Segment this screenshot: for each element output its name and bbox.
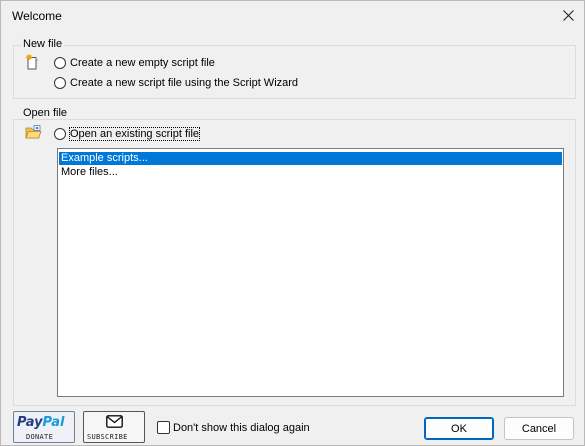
radio-new-empty[interactable]: Create a new empty script file [54, 55, 215, 71]
subscribe-button[interactable]: SUBSCRIBE [83, 411, 145, 443]
close-button[interactable] [552, 1, 584, 29]
radio-circle[interactable] [54, 57, 66, 69]
list-item[interactable]: More files... [59, 166, 562, 179]
radio-new-wizard-label: Create a new script file using the Scrip… [70, 77, 299, 89]
paypal-logo: PayPal [17, 415, 65, 430]
title-bar: Welcome [1, 1, 584, 30]
open-folder-icon [25, 125, 42, 143]
window-title: Welcome [12, 9, 62, 23]
radio-circle[interactable] [54, 77, 66, 89]
open-file-group-label: Open file [21, 107, 70, 119]
ok-button[interactable]: OK [424, 417, 494, 440]
welcome-dialog: Welcome New file Create a new empty scri… [0, 0, 585, 446]
radio-circle[interactable] [54, 128, 66, 140]
new-file-group-label: New file [21, 38, 65, 50]
checkbox-box[interactable] [157, 421, 170, 434]
paypal-donate-button[interactable]: PayPal DONATE [13, 411, 75, 443]
radio-new-wizard[interactable]: Create a new script file using the Scrip… [54, 75, 298, 91]
dont-show-label: Don't show this dialog again [173, 421, 310, 434]
close-icon [562, 9, 574, 21]
radio-open-existing-label: Open an existing script file [68, 127, 201, 141]
dont-show-checkbox[interactable]: Don't show this dialog again [157, 421, 310, 434]
script-listbox[interactable]: Example scripts... More files... [57, 148, 564, 397]
new-file-icon [25, 54, 39, 73]
radio-new-empty-label: Create a new empty script file [70, 57, 215, 69]
radio-open-existing[interactable]: Open an existing script file [54, 126, 201, 142]
donate-label: DONATE [26, 433, 54, 441]
list-item[interactable]: Example scripts... [59, 152, 562, 165]
subscribe-label: SUBSCRIBE [87, 433, 128, 441]
cancel-button[interactable]: Cancel [504, 417, 574, 440]
mail-icon [106, 415, 123, 431]
